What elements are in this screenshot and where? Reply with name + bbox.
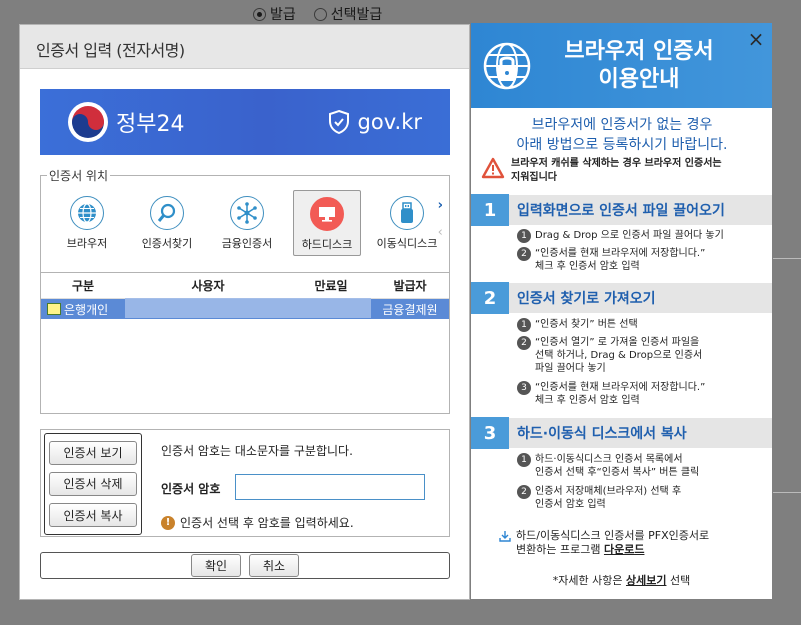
certificate-button-group: 인증서 보기 인증서 삭제 인증서 복사 — [44, 433, 142, 535]
step-number: 1 — [517, 229, 531, 243]
location-label: 하드디스크 — [301, 238, 353, 251]
column-header: 사용자 — [191, 279, 225, 293]
certificate-icon — [47, 303, 61, 315]
close-icon[interactable]: × — [746, 29, 766, 50]
exclamation-icon: ! — [161, 515, 175, 530]
step-number: 2 — [517, 485, 531, 499]
guide-title: 브라우저 인증서 이용안내 — [564, 39, 714, 92]
pfx-download-row: 하드/이동식디스크 인증서를 PFX인증서로 변환하는 프로그램 다운로드 — [499, 529, 749, 557]
domain-text: gov.kr — [357, 110, 422, 134]
location-label: 브라우저 — [66, 237, 108, 250]
gov-domain: gov.kr — [328, 109, 422, 135]
cache-caution: 브라우저 캐쉬를 삭제하는 경우 브라우저 인증서는 지워집니다 — [481, 157, 722, 185]
location-financial-certificate[interactable]: 금융인증서 — [207, 190, 287, 256]
step-number: 2 — [517, 336, 531, 350]
location-hard-disk[interactable]: 하드디스크 — [293, 190, 361, 256]
browser-certificate-guide: 브라우저 인증서 이용안내 × 브라우저에 인증서가 없는 경우 아래 방법으로… — [471, 23, 772, 599]
password-label: 인증서 암호 — [161, 482, 221, 496]
warning-triangle-icon — [481, 157, 505, 179]
brand-name: 정부24 — [116, 112, 185, 137]
location-label: 인증서찾기 — [141, 237, 193, 250]
guide-step: 3 “인증서를 현재 브라우저에 저장합니다.” 체크 후 인증서 암호 입력 — [517, 381, 740, 407]
monitor-icon — [310, 197, 344, 231]
copy-certificate-button[interactable]: 인증서 복사 — [49, 503, 137, 528]
case-sensitive-note: 인증서 암호는 대소문자를 구분합니다. — [161, 444, 353, 458]
guide-header: 브라우저 인증서 이용안내 × — [471, 23, 772, 108]
globe-lock-icon — [483, 42, 531, 90]
password-warning: ! 인증서 선택 후 암호를 입력하세요. — [161, 514, 354, 531]
confirm-button[interactable]: 확인 — [191, 554, 241, 577]
guide-subtitle: 브라우저에 인증서가 없는 경우 아래 방법으로 등록하시기 바랍니다. — [516, 117, 728, 153]
section-title: 입력화면으로 인증서 파일 끌어오기 — [517, 203, 725, 219]
password-input[interactable] — [235, 474, 425, 500]
download-link[interactable]: 다운로드 — [604, 543, 644, 556]
column-header: 구분 — [71, 279, 95, 293]
network-icon — [230, 196, 264, 230]
delete-certificate-button[interactable]: 인증서 삭제 — [49, 471, 137, 496]
cert-type: 은행개인 — [64, 302, 109, 317]
section-number: 1 — [471, 194, 509, 226]
detail-link[interactable]: 상세보기 — [626, 574, 666, 587]
dialog-title: 인증서 입력 (전자서명) — [20, 25, 469, 69]
cert-user-redacted — [125, 297, 291, 318]
globe-icon — [70, 196, 104, 230]
section-number: 3 — [471, 417, 509, 449]
step-number: 2 — [517, 247, 531, 261]
chevron-left-icon[interactable]: ‹ — [438, 225, 443, 240]
password-area: 인증서 보기 인증서 삭제 인증서 복사 인증서 암호는 대소문자를 구분합니다… — [40, 429, 450, 537]
guide-step: 2 인증서 저장매체(브라우저) 선택 후 인증서 암호 입력 — [517, 485, 740, 511]
guide-step: 2 “인증서 열기” 로 가져올 인증서 파일을 선택 하거나, Drag & D… — [517, 336, 740, 375]
detail-row: *자세한 사항은 상세보기 선택 — [552, 574, 691, 587]
usb-icon — [390, 196, 424, 230]
guide-step: 2 “인증서를 현재 브라우저에 저장합니다.” 체크 후 인증서 암호 입력 — [517, 247, 740, 273]
gov24-logo: 정부24 — [68, 102, 184, 142]
location-legend: 인증서 위치 — [47, 167, 111, 184]
gov24-banner: 정부24 gov.kr — [40, 89, 450, 155]
view-certificate-button[interactable]: 인증서 보기 — [49, 440, 137, 465]
section-number: 2 — [471, 282, 509, 314]
guide-step: 1 하드·이동식디스크 인증서 목록에서 인증서 선택 후“인증서 복사” 버튼 … — [517, 453, 740, 479]
step-number: 1 — [517, 453, 531, 467]
table-row[interactable]: 은행개인 금융결제원 — [41, 297, 449, 319]
column-header: 만료일 — [314, 279, 348, 293]
step-number: 1 — [517, 318, 531, 332]
guide-step: 1 “인증서 찾기” 버튼 선택 — [517, 318, 740, 332]
search-icon — [150, 196, 184, 230]
password-warning-text: 인증서 선택 후 암호를 입력하세요. — [180, 516, 354, 530]
cert-issuer: 금융결제원 — [382, 302, 438, 317]
guide-step: 1 Drag & Drop 으로 인증서 파일 끌어다 놓기 — [517, 229, 740, 243]
section-title: 인증서 찾기로 가져오기 — [517, 291, 656, 307]
certificate-location-group: 인증서 위치 브라우저 인증서찾기 금융인증서 하드디스크 이동식디스크 › ‹ — [40, 167, 450, 281]
location-removable-disk[interactable]: 이동식디스크 — [367, 190, 447, 256]
section-title: 하드·이동식 디스크에서 복사 — [517, 426, 687, 442]
chevron-right-icon[interactable]: › — [438, 198, 443, 213]
background-divider — [773, 492, 801, 493]
guide-section-2: 2 인증서 찾기로 가져오기 — [471, 281, 772, 314]
table-header: 구분 사용자 만료일 발급자 — [41, 273, 449, 299]
column-header: 발급자 — [393, 279, 427, 293]
location-label: 이동식디스크 — [376, 237, 438, 250]
certificate-dialog: 인증서 입력 (전자서명) 정부24 gov.kr 인증서 위치 브라우저 인증… — [19, 24, 470, 600]
guide-section-1: 1 입력화면으로 인증서 파일 끌어오기 — [471, 193, 772, 226]
location-browser[interactable]: 브라우저 — [47, 190, 127, 256]
download-icon — [499, 531, 511, 542]
background-divider — [773, 258, 801, 259]
cert-expiry-redacted — [291, 297, 371, 318]
certificate-table: 구분 사용자 만료일 발급자 은행개인 금융결제원 — [40, 272, 450, 414]
shield-check-icon — [328, 109, 349, 135]
dialog-actions: 확인 취소 — [40, 552, 450, 579]
location-label: 금융인증서 — [221, 237, 273, 250]
taegeuk-icon — [68, 102, 108, 142]
location-find-certificate[interactable]: 인증서찾기 — [127, 190, 207, 256]
guide-section-3: 3 하드·이동식 디스크에서 복사 — [471, 416, 772, 449]
cancel-button[interactable]: 취소 — [249, 554, 299, 577]
step-number: 3 — [517, 381, 531, 395]
